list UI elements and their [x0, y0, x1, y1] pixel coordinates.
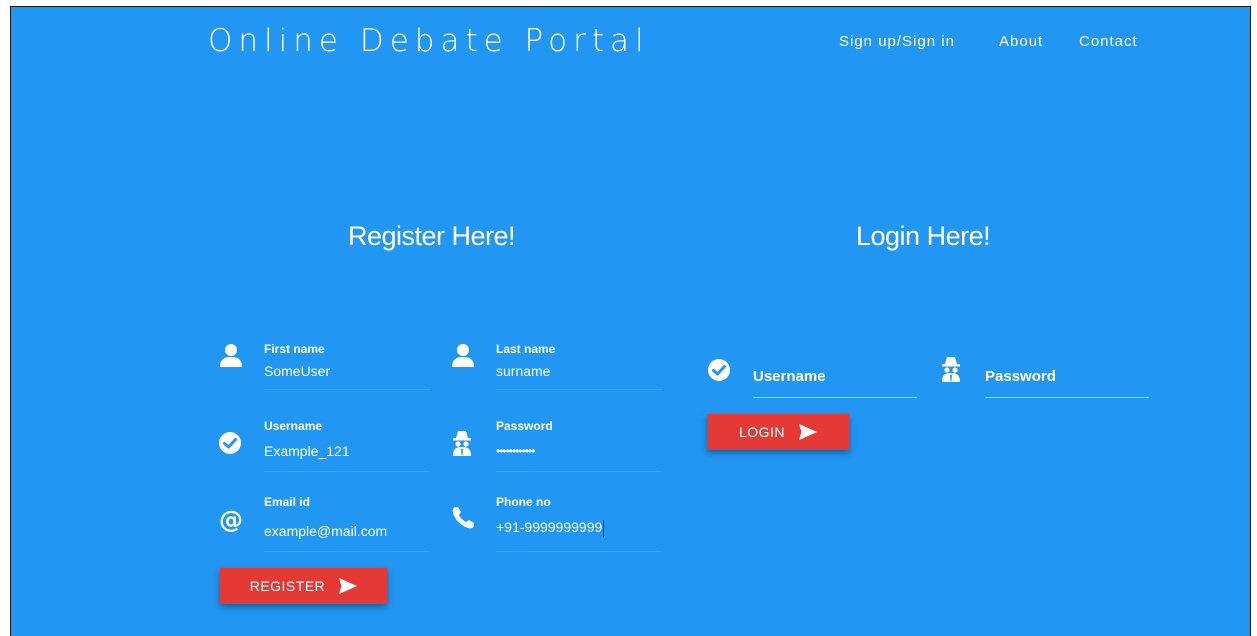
login-username-underline: [753, 397, 917, 398]
phone-value: +91-9999999999: [496, 519, 603, 535]
login-username-input[interactable]: Username: [753, 368, 826, 385]
send-icon: [799, 424, 818, 440]
first-name-label: First name: [264, 342, 325, 356]
nav-sign-in[interactable]: Sign up/Sign in: [839, 33, 955, 50]
register-button-label: REGISTER: [249, 578, 326, 594]
nav-about[interactable]: About: [999, 33, 1043, 50]
register-password-label: Password: [496, 419, 553, 433]
user-icon: [218, 342, 244, 368]
login-password-field[interactable]: Password: [939, 355, 1154, 405]
last-name-field[interactable]: Last name surname: [450, 342, 670, 402]
svg-text:@: @: [219, 507, 243, 533]
register-title: Register Here!: [348, 221, 516, 251]
last-name-underline: [496, 389, 662, 390]
first-name-input[interactable]: SomeUser: [264, 359, 430, 383]
send-icon: [339, 578, 358, 594]
spy-icon: [939, 355, 965, 382]
email-field[interactable]: @ Email id example@mail.com: [218, 495, 438, 555]
register-password-underline: [496, 471, 662, 472]
first-name-field[interactable]: First name SomeUser: [218, 342, 438, 402]
register-username-input[interactable]: Example_121: [264, 439, 430, 463]
last-name-label: Last name: [496, 342, 556, 356]
register-username-field[interactable]: Username Example_121: [218, 419, 438, 479]
phone-input[interactable]: +91-9999999999: [496, 515, 662, 539]
check-circle-icon: [218, 431, 244, 457]
text-cursor: [603, 519, 605, 537]
login-password-underline: [985, 397, 1149, 398]
login-button[interactable]: LOGIN: [707, 414, 849, 450]
phone-label: Phone no: [496, 495, 551, 509]
check-circle-icon: [707, 358, 733, 384]
register-button[interactable]: REGISTER: [220, 568, 387, 604]
nav-contact[interactable]: Contact: [1079, 33, 1138, 50]
site-brand[interactable]: Online Debate Portal: [208, 23, 650, 59]
register-username-underline: [264, 471, 430, 472]
phone-icon: [450, 505, 476, 531]
email-input[interactable]: example@mail.com: [264, 519, 430, 543]
register-username-label: Username: [264, 419, 323, 433]
last-name-input[interactable]: surname: [496, 359, 662, 383]
phone-underline: [496, 551, 662, 552]
page: Online Debate Portal Sign up/Sign in Abo…: [10, 6, 1251, 636]
email-label: Email id: [264, 495, 311, 509]
phone-field[interactable]: Phone no +91-9999999999: [450, 495, 670, 555]
login-button-label: LOGIN: [738, 424, 786, 440]
spy-icon: [450, 429, 476, 456]
user-icon: [450, 342, 476, 368]
email-underline: [264, 551, 430, 552]
login-title: Login Here!: [856, 221, 991, 251]
login-username-field[interactable]: Username: [707, 358, 922, 408]
at-sign-icon: @: [218, 507, 244, 533]
register-password-input[interactable]: ••••••••••••: [496, 439, 662, 463]
register-password-field[interactable]: Password ••••••••••••: [450, 419, 670, 479]
login-password-input[interactable]: Password: [985, 368, 1056, 385]
first-name-underline: [264, 389, 430, 390]
